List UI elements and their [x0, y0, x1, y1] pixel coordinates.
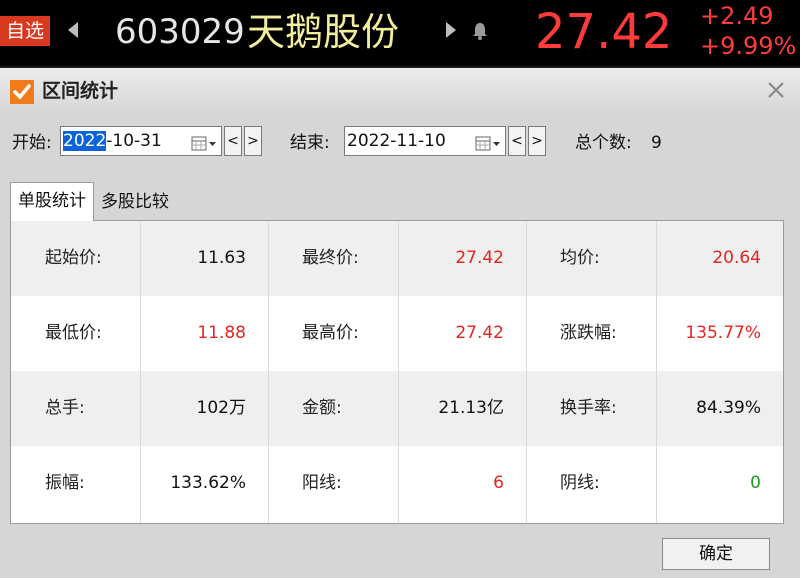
stat-value: 11.63 [197, 248, 246, 268]
bell-icon[interactable] [470, 20, 490, 42]
stat-value: 27.42 [455, 323, 504, 343]
stat-value: 27.42 [455, 248, 504, 268]
stat-value: 20.64 [712, 248, 761, 268]
stat-label: 振幅: [45, 473, 85, 493]
total-count-label: 总个数: [575, 133, 632, 153]
start-date-rest: -10-31 [106, 131, 162, 151]
quote-bar: 自选 603029 天鹅股份 27.42 +2.49 +9.99% [0, 0, 800, 66]
start-date-input[interactable]: 2022-10-31 [60, 126, 222, 156]
close-icon[interactable] [766, 80, 786, 100]
dialog-titlebar[interactable]: 区间统计 [0, 66, 800, 110]
stat-value: 135.77% [685, 323, 761, 343]
stat-label: 最终价: [302, 248, 359, 268]
stat-label: 最低价: [45, 323, 102, 343]
stat-value: 0 [750, 473, 761, 493]
stat-value: 11.88 [197, 323, 246, 343]
end-next-button[interactable]: > [528, 126, 546, 156]
stat-value: 102万 [196, 398, 246, 418]
stock-code: 603029 [115, 12, 245, 52]
stat-label: 最高价: [302, 323, 359, 343]
tab-multi-stock[interactable]: 多股比较 [96, 184, 174, 222]
end-date-value: 2022-11-10 [347, 131, 446, 151]
price-change: +2.49 [700, 2, 774, 30]
next-stock-icon[interactable] [446, 22, 456, 38]
total-count-value: 9 [651, 133, 662, 153]
stat-label: 阳线: [302, 473, 342, 493]
checkmark-icon [10, 80, 34, 104]
dialog-title: 区间统计 [42, 80, 119, 102]
start-date-year: 2022 [63, 131, 107, 151]
start-next-button[interactable]: > [244, 126, 262, 156]
calendar-icon[interactable] [475, 133, 501, 151]
start-prev-button[interactable]: < [224, 126, 242, 156]
end-label: 结束: [290, 133, 330, 153]
end-prev-button[interactable]: < [508, 126, 526, 156]
end-date-input[interactable]: 2022-11-10 [344, 126, 506, 156]
prev-stock-icon[interactable] [68, 22, 78, 38]
calendar-icon[interactable] [191, 133, 217, 151]
stat-label: 金额: [302, 398, 342, 418]
tab-single-stock[interactable]: 单股统计 [10, 182, 94, 221]
stat-value: 6 [493, 473, 504, 493]
stock-name: 天鹅股份 [247, 10, 400, 54]
stat-label: 涨跌幅: [560, 323, 617, 343]
price-change-pct: +9.99% [700, 32, 797, 60]
stats-table: 起始价: 11.63 最终价: 27.42 均价: 20.64 最低价: 11.88 最高价: 2… [10, 220, 784, 524]
stat-label: 均价: [560, 248, 600, 268]
stat-value: 133.62% [170, 473, 246, 493]
stat-value: 84.39% [696, 398, 761, 418]
start-label: 开始: [12, 133, 52, 153]
stat-label: 换手率: [560, 398, 617, 418]
last-price: 27.42 [535, 4, 673, 60]
ok-button[interactable]: 确定 [662, 538, 770, 570]
stat-label: 阴线: [560, 473, 600, 493]
stat-value: 21.13亿 [438, 398, 504, 418]
interval-stats-dialog: 区间统计 开始: 2022-10-31 < > 结束: 2022-11-10 <… [0, 66, 800, 578]
stat-label: 总手: [45, 398, 85, 418]
watchlist-button[interactable]: 自选 [0, 16, 50, 46]
stat-label: 起始价: [45, 248, 102, 268]
